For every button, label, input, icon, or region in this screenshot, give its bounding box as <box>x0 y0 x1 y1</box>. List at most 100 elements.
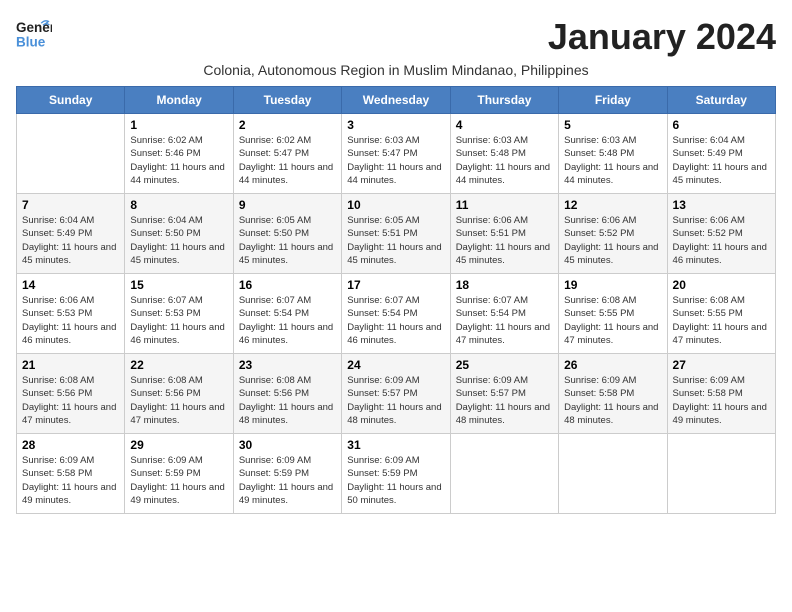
calendar-cell: 4 Sunrise: 6:03 AMSunset: 5:48 PMDaylight… <box>450 114 558 194</box>
day-info: Sunrise: 6:04 AMSunset: 5:49 PMDaylight:… <box>22 214 119 267</box>
svg-text:Blue: Blue <box>16 35 46 50</box>
col-tuesday: Tuesday <box>233 87 341 114</box>
day-info: Sunrise: 6:06 AMSunset: 5:52 PMDaylight:… <box>673 214 770 267</box>
day-number: 15 <box>130 278 227 292</box>
day-info: Sunrise: 6:02 AMSunset: 5:47 PMDaylight:… <box>239 134 336 187</box>
calendar-cell: 19 Sunrise: 6:08 AMSunset: 5:55 PMDayligh… <box>559 274 667 354</box>
calendar-cell: 30 Sunrise: 6:09 AMSunset: 5:59 PMDayligh… <box>233 434 341 514</box>
day-number: 21 <box>22 358 119 372</box>
header-row: Sunday Monday Tuesday Wednesday Thursday… <box>17 87 776 114</box>
day-info: Sunrise: 6:08 AMSunset: 5:56 PMDaylight:… <box>22 374 119 427</box>
calendar-cell: 3Sunrise: 6:03 AMSunset: 5:47 PMDaylight… <box>342 114 450 194</box>
calendar-cell: 27 Sunrise: 6:09 AMSunset: 5:58 PMDayligh… <box>667 354 775 434</box>
day-number: 26 <box>564 358 661 372</box>
day-info: Sunrise: 6:06 AMSunset: 5:52 PMDaylight:… <box>564 214 661 267</box>
calendar-cell: 7 Sunrise: 6:04 AMSunset: 5:49 PMDaylight… <box>17 194 125 274</box>
day-info: Sunrise: 6:08 AMSunset: 5:56 PMDaylight:… <box>239 374 336 427</box>
day-info: Sunrise: 6:07 AMSunset: 5:54 PMDaylight:… <box>347 294 444 347</box>
col-thursday: Thursday <box>450 87 558 114</box>
day-info: Sunrise: 6:07 AMSunset: 5:54 PMDaylight:… <box>239 294 336 347</box>
calendar-cell: 8Sunrise: 6:04 AMSunset: 5:50 PMDaylight… <box>125 194 233 274</box>
day-number: 25 <box>456 358 553 372</box>
day-info: Sunrise: 6:09 AMSunset: 5:57 PMDaylight:… <box>347 374 444 427</box>
calendar-cell: 24 Sunrise: 6:09 AMSunset: 5:57 PMDayligh… <box>342 354 450 434</box>
day-info: Sunrise: 6:08 AMSunset: 5:55 PMDaylight:… <box>564 294 661 347</box>
day-number: 19 <box>564 278 661 292</box>
day-info: Sunrise: 6:09 AMSunset: 5:58 PMDaylight:… <box>22 454 119 507</box>
day-info: Sunrise: 6:03 AMSunset: 5:48 PMDaylight:… <box>456 134 553 187</box>
day-number: 22 <box>130 358 227 372</box>
day-number: 16 <box>239 278 336 292</box>
calendar-table: Sunday Monday Tuesday Wednesday Thursday… <box>16 86 776 514</box>
day-number: 11 <box>456 198 553 212</box>
day-number: 10 <box>347 198 444 212</box>
calendar-body: 1 Sunrise: 6:02 AMSunset: 5:46 PMDaylight… <box>17 114 776 514</box>
day-info: Sunrise: 6:09 AMSunset: 5:58 PMDaylight:… <box>673 374 770 427</box>
calendar-cell: 23 Sunrise: 6:08 AMSunset: 5:56 PMDayligh… <box>233 354 341 434</box>
day-info: Sunrise: 6:07 AMSunset: 5:54 PMDaylight:… <box>456 294 553 347</box>
day-number: 31 <box>347 438 444 452</box>
day-number: 30 <box>239 438 336 452</box>
calendar-cell: 5Sunrise: 6:03 AMSunset: 5:48 PMDaylight… <box>559 114 667 194</box>
calendar-cell: 17 Sunrise: 6:07 AMSunset: 5:54 PMDayligh… <box>342 274 450 354</box>
col-wednesday: Wednesday <box>342 87 450 114</box>
day-number: 23 <box>239 358 336 372</box>
day-info: Sunrise: 6:04 AMSunset: 5:50 PMDaylight:… <box>130 214 227 267</box>
calendar-cell <box>559 434 667 514</box>
day-number: 9 <box>239 198 336 212</box>
calendar-cell: 21 Sunrise: 6:08 AMSunset: 5:56 PMDayligh… <box>17 354 125 434</box>
calendar-week-5: 28Sunrise: 6:09 AMSunset: 5:58 PMDayligh… <box>17 434 776 514</box>
day-number: 27 <box>673 358 770 372</box>
month-title: January 2024 <box>548 16 776 58</box>
col-monday: Monday <box>125 87 233 114</box>
day-info: Sunrise: 6:06 AMSunset: 5:53 PMDaylight:… <box>22 294 119 347</box>
day-number: 24 <box>347 358 444 372</box>
calendar-cell: 28Sunrise: 6:09 AMSunset: 5:58 PMDayligh… <box>17 434 125 514</box>
calendar-cell: 18 Sunrise: 6:07 AMSunset: 5:54 PMDayligh… <box>450 274 558 354</box>
day-info: Sunrise: 6:02 AMSunset: 5:46 PMDaylight:… <box>130 134 227 187</box>
day-number: 18 <box>456 278 553 292</box>
calendar-cell: 12 Sunrise: 6:06 AMSunset: 5:52 PMDayligh… <box>559 194 667 274</box>
day-number: 1 <box>130 118 227 132</box>
calendar-cell: 11 Sunrise: 6:06 AMSunset: 5:51 PMDayligh… <box>450 194 558 274</box>
calendar-cell <box>450 434 558 514</box>
day-info: Sunrise: 6:09 AMSunset: 5:59 PMDaylight:… <box>130 454 227 507</box>
day-number: 7 <box>22 198 119 212</box>
day-info: Sunrise: 6:06 AMSunset: 5:51 PMDaylight:… <box>456 214 553 267</box>
calendar-cell: 6Sunrise: 6:04 AMSunset: 5:49 PMDaylight… <box>667 114 775 194</box>
day-number: 17 <box>347 278 444 292</box>
day-info: Sunrise: 6:03 AMSunset: 5:48 PMDaylight:… <box>564 134 661 187</box>
calendar-cell: 15Sunrise: 6:07 AMSunset: 5:53 PMDayligh… <box>125 274 233 354</box>
calendar-cell: 9Sunrise: 6:05 AMSunset: 5:50 PMDaylight… <box>233 194 341 274</box>
subtitle: Colonia, Autonomous Region in Muslim Min… <box>16 62 776 78</box>
day-number: 12 <box>564 198 661 212</box>
day-number: 20 <box>673 278 770 292</box>
col-friday: Friday <box>559 87 667 114</box>
calendar-cell: 25 Sunrise: 6:09 AMSunset: 5:57 PMDayligh… <box>450 354 558 434</box>
calendar-week-1: 1 Sunrise: 6:02 AMSunset: 5:46 PMDaylight… <box>17 114 776 194</box>
day-info: Sunrise: 6:08 AMSunset: 5:56 PMDaylight:… <box>130 374 227 427</box>
calendar-cell: 16 Sunrise: 6:07 AMSunset: 5:54 PMDayligh… <box>233 274 341 354</box>
calendar-header: Sunday Monday Tuesday Wednesday Thursday… <box>17 87 776 114</box>
calendar-cell: 13 Sunrise: 6:06 AMSunset: 5:52 PMDayligh… <box>667 194 775 274</box>
day-info: Sunrise: 6:03 AMSunset: 5:47 PMDaylight:… <box>347 134 444 187</box>
day-info: Sunrise: 6:05 AMSunset: 5:51 PMDaylight:… <box>347 214 444 267</box>
calendar-cell <box>667 434 775 514</box>
calendar-cell: 20Sunrise: 6:08 AMSunset: 5:55 PMDayligh… <box>667 274 775 354</box>
col-saturday: Saturday <box>667 87 775 114</box>
calendar-cell: 10 Sunrise: 6:05 AMSunset: 5:51 PMDayligh… <box>342 194 450 274</box>
day-info: Sunrise: 6:09 AMSunset: 5:58 PMDaylight:… <box>564 374 661 427</box>
calendar-cell: 2Sunrise: 6:02 AMSunset: 5:47 PMDaylight… <box>233 114 341 194</box>
calendar-week-3: 14 Sunrise: 6:06 AMSunset: 5:53 PMDayligh… <box>17 274 776 354</box>
col-sunday: Sunday <box>17 87 125 114</box>
calendar-cell: 14 Sunrise: 6:06 AMSunset: 5:53 PMDayligh… <box>17 274 125 354</box>
day-number: 14 <box>22 278 119 292</box>
day-number: 29 <box>130 438 227 452</box>
day-number: 13 <box>673 198 770 212</box>
calendar-cell: 22 Sunrise: 6:08 AMSunset: 5:56 PMDayligh… <box>125 354 233 434</box>
day-number: 4 <box>456 118 553 132</box>
day-info: Sunrise: 6:09 AMSunset: 5:59 PMDaylight:… <box>239 454 336 507</box>
day-number: 6 <box>673 118 770 132</box>
day-info: Sunrise: 6:09 AMSunset: 5:57 PMDaylight:… <box>456 374 553 427</box>
calendar-cell: 29 Sunrise: 6:09 AMSunset: 5:59 PMDayligh… <box>125 434 233 514</box>
